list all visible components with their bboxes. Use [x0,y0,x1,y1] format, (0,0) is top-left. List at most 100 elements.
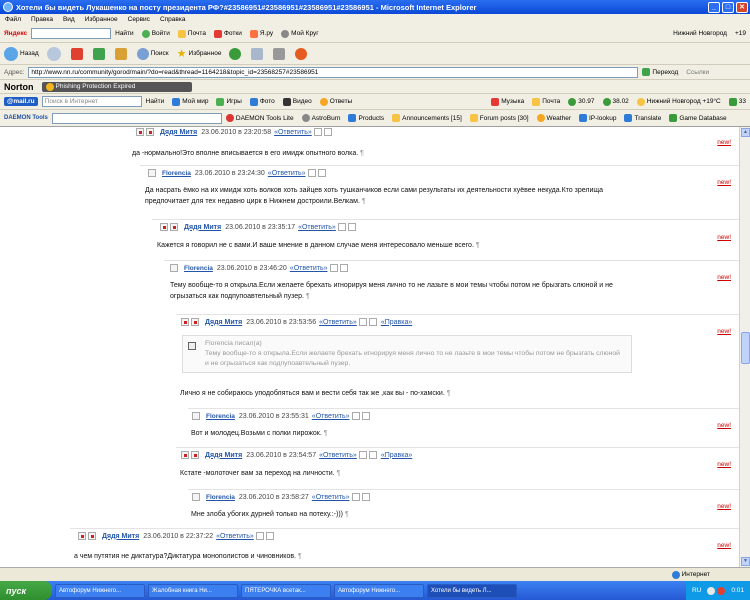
messenger-button[interactable] [295,47,309,60]
rate-box[interactable] [313,128,322,136]
comment-author[interactable]: Florencia [206,494,235,501]
mailru-search-input[interactable]: Поиск в Интернет [41,96,142,107]
mark-icon[interactable] [191,318,199,326]
forward-button[interactable] [46,46,63,61]
mark-icon[interactable] [192,412,200,420]
new-label[interactable]: new! [717,234,731,241]
rate-box[interactable] [329,264,338,272]
daemon-products[interactable]: Products [348,114,384,122]
daemon-lite[interactable]: DAEMON Tools Lite [225,114,294,122]
new-label[interactable]: new! [717,503,731,510]
close-button[interactable]: ✕ [736,1,748,13]
comment-author[interactable]: Дядя Митя [102,533,139,540]
reply-link[interactable]: «Ответить» [319,319,357,326]
edit-link[interactable]: «Правка» [381,452,412,459]
rate-box[interactable] [361,412,370,420]
rate-box[interactable] [358,451,367,459]
mailru-mail[interactable]: Почта [532,97,560,106]
favorites-button[interactable]: ★ Избранное [177,47,222,60]
menu-help[interactable]: Справка [160,16,186,23]
task-button[interactable]: Автофорум Нижнего... [55,583,145,598]
new-label[interactable]: new! [717,274,731,281]
back-button[interactable]: Назад [4,46,39,61]
task-button[interactable]: Жалобная книга Ни... [148,583,238,598]
task-button[interactable]: Автофорум Нижнего... [334,583,424,598]
search-button[interactable]: Поиск [136,47,169,60]
mailru-weather[interactable]: Нижний Новгород +19°C [636,97,721,106]
menu-edit[interactable]: Правка [31,16,53,23]
go-button[interactable]: Переход [642,68,678,76]
stop-button[interactable] [70,47,85,60]
rate-box[interactable] [358,318,367,326]
mark-icon[interactable] [191,451,199,459]
reply-link[interactable]: «Ответить» [312,413,350,420]
mailru-find-button[interactable]: Найти [146,98,165,105]
comment-author[interactable]: Дядя Митя [205,452,242,459]
history-button[interactable] [229,47,243,60]
mailru-rate1[interactable]: 30.97 [568,97,595,106]
mailru-video[interactable]: Видео [282,97,312,106]
mark-icon[interactable] [146,128,154,136]
daemon-translate[interactable]: Translate [624,114,661,122]
new-label[interactable]: new! [717,179,731,186]
daemon-astroburn[interactable]: AstroBurn [301,114,340,122]
new-label[interactable]: new! [717,461,731,468]
mark-icon[interactable] [170,264,178,272]
rate-box[interactable] [317,169,326,177]
phishing-protection-badge[interactable]: Phishing Protection Expired [41,81,192,92]
reply-link[interactable]: «Ответить» [268,170,306,177]
task-button-active[interactable]: Хотели бы видеть Л... [427,583,517,598]
mailru-music[interactable]: Музыка [491,97,524,106]
new-label[interactable]: new! [717,139,731,146]
mark-icon[interactable] [148,169,156,177]
menu-file[interactable]: Файл [5,16,21,23]
rate-box[interactable] [347,223,356,231]
scroll-thumb[interactable] [741,332,750,364]
yandex-search-input[interactable] [31,28,112,39]
tray-icon[interactable] [717,586,726,595]
menu-view[interactable]: Вид [63,16,75,23]
mailru-logo[interactable]: @mail.ru [4,97,38,106]
daemon-search-input[interactable] [51,112,222,124]
mailru-rate2[interactable]: 38.02 [602,97,629,106]
edit-link[interactable]: «Правка» [381,319,412,326]
maximize-button[interactable]: □ [722,1,734,13]
yandex-mail[interactable]: Почта [177,29,206,38]
rate-box[interactable] [361,493,370,501]
comment-author[interactable]: Florencia [206,413,235,420]
daemon-forum[interactable]: Forum posts [30] [469,114,529,122]
reply-link[interactable]: «Ответить» [274,129,312,136]
rate-box[interactable] [323,128,332,136]
daemon-weather[interactable]: Weather [536,114,571,122]
yandex-login[interactable]: Войти [141,29,170,38]
reply-link[interactable]: «Ответить» [312,494,350,501]
mark-icon[interactable] [192,493,200,501]
new-label[interactable]: new! [717,542,731,549]
mark-icon[interactable] [170,223,178,231]
mailru-photo[interactable]: Фото [249,97,275,106]
new-label[interactable]: new! [717,422,731,429]
refresh-button[interactable] [92,47,107,60]
mark-icon[interactable] [181,318,189,326]
mailru-counter[interactable]: 33 [728,97,746,106]
language-indicator[interactable]: RU [692,587,701,594]
mailru-games[interactable]: Игры [216,97,242,106]
menu-tools[interactable]: Сервис [128,16,150,23]
rate-box[interactable] [351,412,360,420]
yandex-yaru[interactable]: Я.ру [249,29,273,38]
reply-link[interactable]: «Ответить» [216,533,254,540]
mark-icon[interactable] [181,451,189,459]
vertical-scrollbar[interactable]: ▲ ▼ [739,127,750,567]
scroll-up-arrow-icon[interactable]: ▲ [741,128,750,137]
yandex-moikrug[interactable]: Мой Круг [281,29,319,38]
home-button[interactable] [114,47,129,60]
new-label[interactable]: new! [717,328,731,335]
print-button[interactable] [273,47,287,60]
rate-box[interactable] [307,169,316,177]
links-button[interactable]: Ссылки [686,69,709,76]
reply-link[interactable]: «Ответить» [298,224,336,231]
rate-box[interactable] [339,264,348,272]
address-input[interactable]: http://www.nn.ru/community/gorod/main/?d… [28,66,639,78]
mark-icon[interactable] [160,223,168,231]
comment-author[interactable]: Дядя Митя [205,319,242,326]
